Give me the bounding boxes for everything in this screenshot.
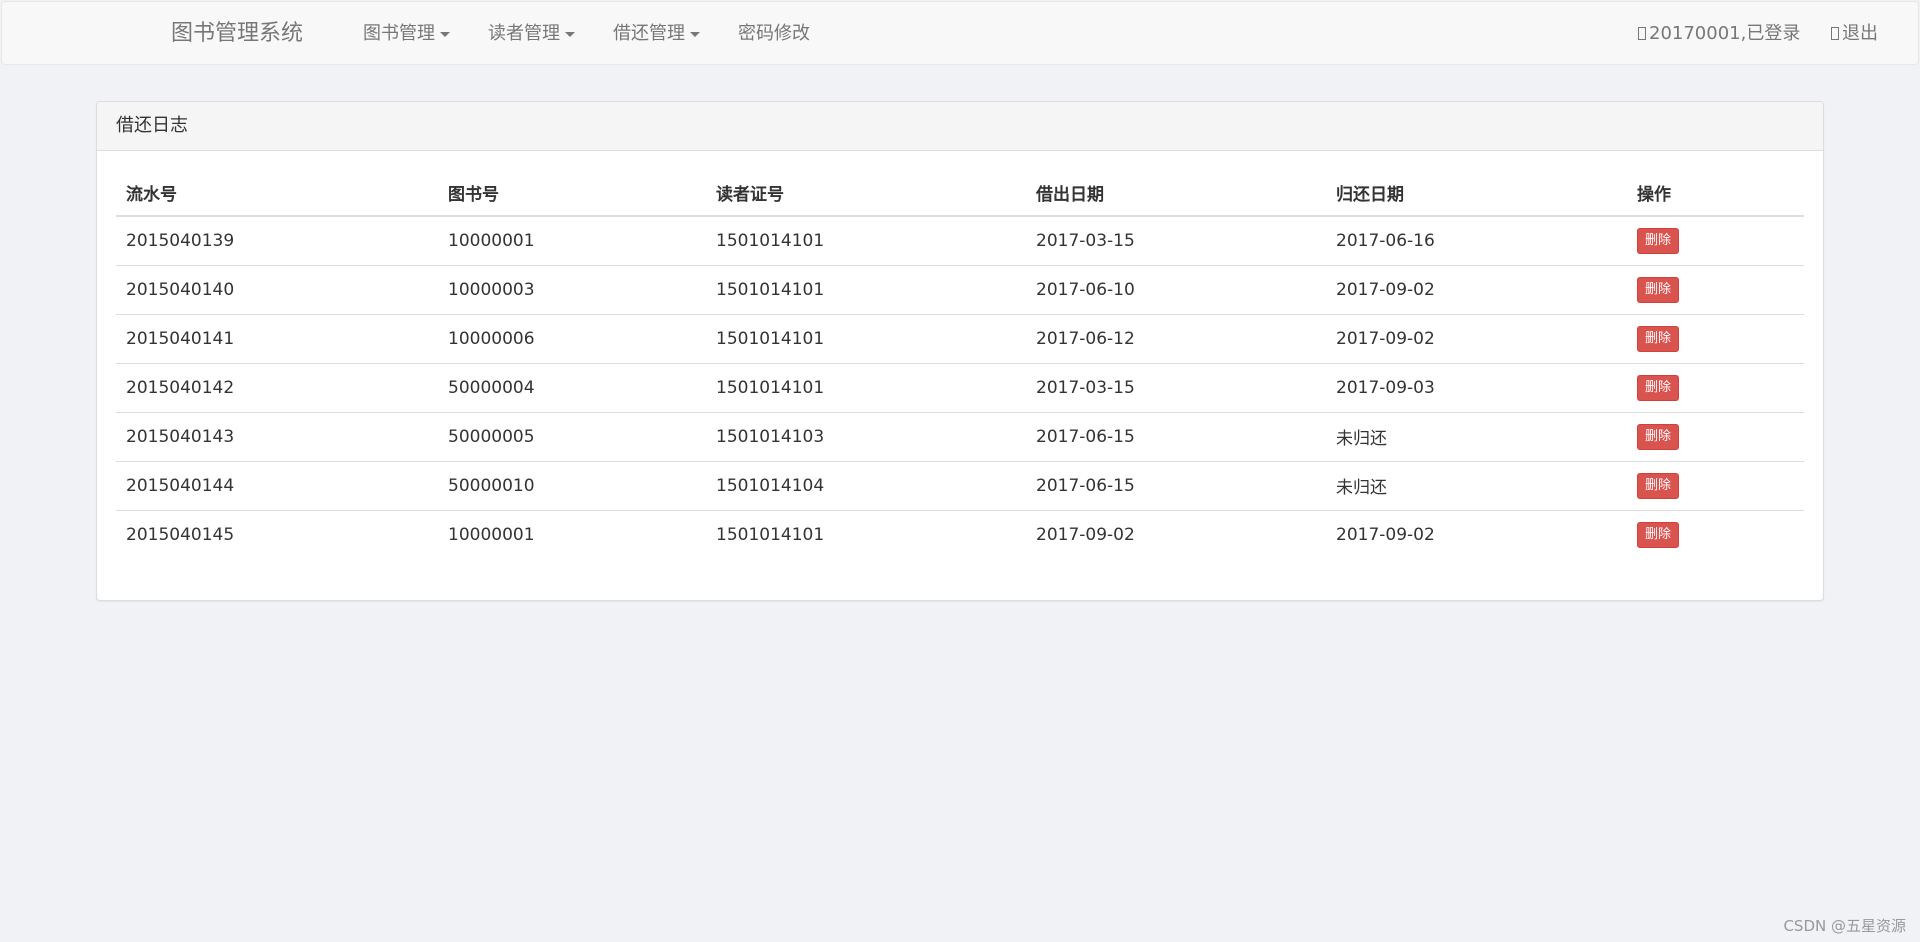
cell-book-id: 50000010 (438, 460, 706, 510)
cell-lend-date: 2017-03-15 (1026, 362, 1326, 412)
user-icon (1638, 27, 1646, 40)
nav-menu-lend-return-management[interactable]: 借还管理 (613, 2, 700, 66)
cell-book-id: 50000005 (438, 411, 706, 461)
logout-link[interactable]: 退出 (1831, 2, 1878, 66)
cell-return-date: 未归还 (1326, 460, 1627, 510)
lend-log-table-wrapper: 流水号 图书号 读者证号 借出日期 归还日期 操作 2015040139 100… (116, 169, 1804, 559)
cell-return-date: 未归还 (1326, 411, 1627, 461)
user-status-text: 20170001,已登录 (1649, 23, 1801, 44)
table-row: 2015040141 10000006 1501014101 2017-06-1… (116, 313, 1804, 363)
cell-reader-id: 1501014103 (706, 411, 1026, 461)
nav-menu-label: 图书管理 (363, 23, 435, 44)
column-header-lend-date: 借出日期 (1026, 169, 1326, 217)
delete-button[interactable]: 删除 (1637, 227, 1680, 254)
logout-icon (1831, 27, 1839, 40)
cell-action: 删除 (1627, 216, 1804, 265)
cell-reader-id: 1501014101 (706, 264, 1026, 314)
column-header-book-id: 图书号 (438, 169, 706, 217)
cell-action: 删除 (1627, 313, 1804, 363)
cell-book-id: 10000001 (438, 509, 706, 559)
nav-menu-book-management[interactable]: 图书管理 (363, 2, 450, 66)
cell-reader-id: 1501014101 (716, 230, 825, 251)
cell-return-date: 2017-09-02 (1326, 264, 1627, 314)
cell-lend-date: 2017-09-02 (1026, 509, 1326, 559)
nav-menu-label: 密码修改 (738, 23, 810, 44)
delete-button[interactable]: 删除 (1637, 472, 1680, 499)
table-header: 流水号 图书号 读者证号 借出日期 归还日期 操作 (116, 169, 1804, 217)
cell-serial: 2015040140 (116, 264, 438, 314)
table-body: 2015040139 10000001 1501014101 2017-03-1… (116, 216, 1804, 559)
nav-menu-label: 借还管理 (613, 23, 685, 44)
table-row: 2015040143 50000005 1501014103 2017-06-1… (116, 411, 1804, 461)
watermark-text: CSDN @五星资源 (1783, 917, 1906, 935)
cell-action: 删除 (1627, 362, 1804, 412)
column-header-reader-id: 读者证号 (706, 169, 1026, 217)
cell-return-date: 2017-09-02 (1326, 313, 1627, 363)
delete-button[interactable]: 删除 (1637, 325, 1680, 352)
cell-book-id: 10000003 (438, 264, 706, 314)
cell-lend-date: 2017-06-15 (1026, 460, 1326, 510)
cell-serial: 2015040145 (116, 509, 438, 559)
user-status[interactable]: 20170001,已登录 (1638, 2, 1800, 66)
cell-return-date: 2017-06-16 (1336, 230, 1435, 251)
column-header-return-date: 归还日期 (1326, 169, 1627, 217)
top-navbar: 图书管理系统 图书管理 读者管理 借还管理 密码修改 20170001,已登录 … (1, 1, 1919, 65)
cell-lend-date: 2017-06-10 (1026, 264, 1326, 314)
logout-label: 退出 (1842, 23, 1878, 44)
delete-button[interactable]: 删除 (1637, 276, 1680, 303)
cell-reader-id: 1501014104 (706, 460, 1026, 510)
caret-down-icon (565, 31, 575, 37)
cell-book-id: 10000001 (448, 230, 535, 251)
cell-return-date: 2017-09-02 (1326, 509, 1627, 559)
cell-action: 删除 (1627, 264, 1804, 314)
nav-menu-reader-management[interactable]: 读者管理 (488, 2, 575, 66)
cell-lend-date: 2017-06-12 (1026, 313, 1326, 363)
cell-return-date: 2017-09-03 (1326, 362, 1627, 412)
table-row: 2015040139 10000001 1501014101 2017-03-1… (116, 216, 1804, 265)
cell-action: 删除 (1627, 509, 1804, 559)
nav-menu-password-change[interactable]: 密码修改 (738, 2, 810, 66)
table-row: 2015040140 10000003 1501014101 2017-06-1… (116, 264, 1804, 314)
panel-title: 借还日志 (97, 102, 1823, 151)
caret-down-icon (440, 31, 450, 37)
cell-serial: 2015040141 (116, 313, 438, 363)
cell-book-id: 50000004 (438, 362, 706, 412)
cell-serial: 2015040142 (116, 362, 438, 412)
brand-title[interactable]: 图书管理系统 (171, 2, 303, 66)
column-header-serial: 流水号 (116, 169, 438, 217)
caret-down-icon (690, 31, 700, 37)
table-row: 2015040142 50000004 1501014101 2017-03-1… (116, 362, 1804, 412)
lend-log-panel: 借还日志 流水号 图书号 读者证号 借出日期 归还日期 操作 201504013… (96, 101, 1824, 601)
cell-book-id: 10000006 (438, 313, 706, 363)
cell-serial: 2015040143 (116, 411, 438, 461)
cell-serial: 2015040144 (116, 460, 438, 510)
delete-button[interactable]: 删除 (1637, 521, 1680, 548)
cell-reader-id: 1501014101 (706, 362, 1026, 412)
cell-lend-date: 2017-06-15 (1026, 411, 1326, 461)
cell-serial: 2015040139 (126, 230, 235, 251)
delete-button[interactable]: 删除 (1637, 374, 1680, 401)
table-row: 2015040145 10000001 1501014101 2017-09-0… (116, 509, 1804, 559)
cell-lend-date: 2017-03-15 (1036, 230, 1135, 251)
delete-button[interactable]: 删除 (1637, 423, 1680, 450)
cell-action: 删除 (1627, 411, 1804, 461)
nav-menu-label: 读者管理 (488, 23, 560, 44)
cell-reader-id: 1501014101 (706, 509, 1026, 559)
table-row: 2015040144 50000010 1501014104 2017-06-1… (116, 460, 1804, 510)
column-header-action: 操作 (1627, 169, 1804, 217)
cell-reader-id: 1501014101 (706, 313, 1026, 363)
cell-action: 删除 (1627, 460, 1804, 510)
table-header-row: 流水号 图书号 读者证号 借出日期 归还日期 操作 (116, 169, 1804, 217)
lend-log-table: 流水号 图书号 读者证号 借出日期 归还日期 操作 2015040139 100… (116, 169, 1804, 559)
